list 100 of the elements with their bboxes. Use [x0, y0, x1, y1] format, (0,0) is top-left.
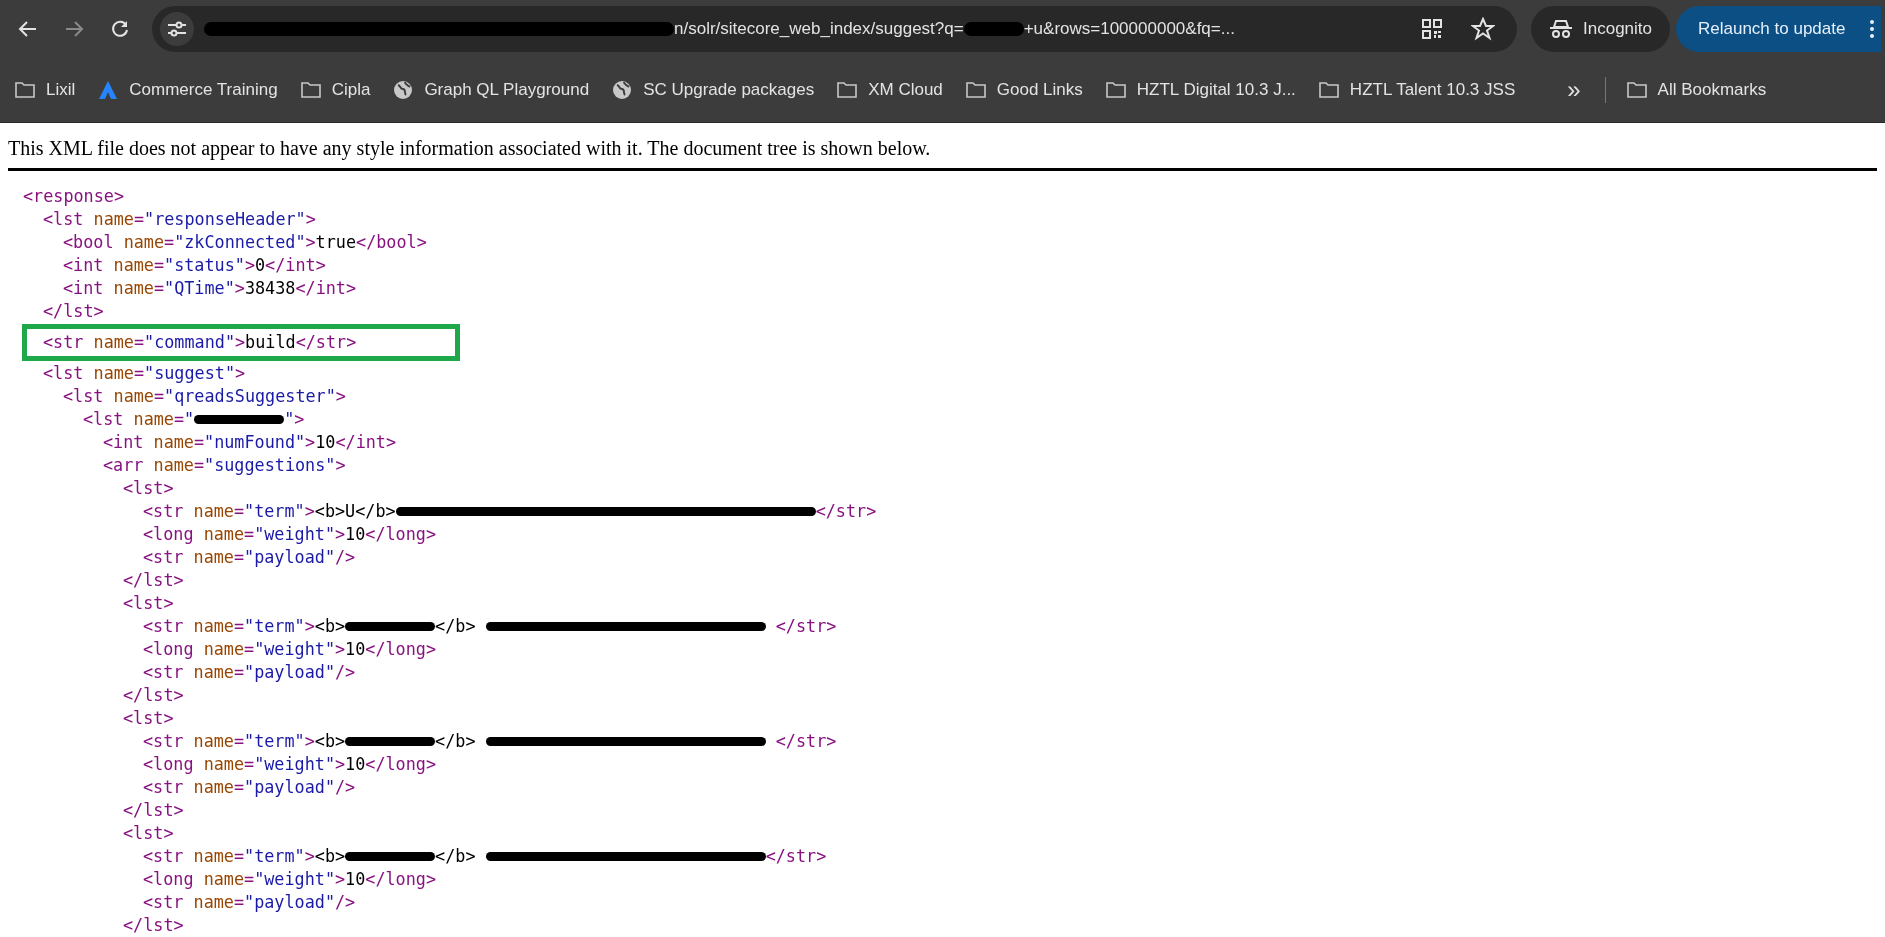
bookmark[interactable]: Good Links	[958, 75, 1089, 105]
all-bookmarks-button[interactable]: All Bookmarks	[1619, 75, 1773, 105]
url-text: +u&rows=100000000&fq=...	[1023, 19, 1235, 39]
reload-icon[interactable]	[110, 19, 130, 39]
text-content: 10	[315, 431, 336, 454]
xml-tag: </long>	[365, 753, 437, 776]
attribute-name: name	[153, 431, 194, 454]
attribute-value: "status"	[164, 254, 245, 277]
more-bookmarks-button[interactable]: »	[1561, 72, 1587, 108]
xml-tag: =	[233, 546, 245, 569]
bookmark[interactable]: Commerce Training	[91, 75, 284, 105]
attribute-value: "zkConnected"	[174, 231, 306, 254]
attribute-name: name	[93, 208, 134, 231]
bookmark[interactable]: HZTL Digital 10.3 J...	[1098, 75, 1302, 105]
text-content: <b>	[314, 615, 346, 638]
attribute-value: "weight"	[254, 523, 335, 546]
xml-tag: =	[133, 331, 145, 354]
attribute-value: "weight"	[254, 638, 335, 661]
attribute-value: "term"	[244, 500, 305, 523]
xml-tag: <str	[143, 730, 194, 753]
text-content: 38438	[244, 277, 296, 300]
menu-icon[interactable]	[1869, 19, 1876, 39]
xml-tag: </str>	[295, 331, 357, 354]
text-content: <b>	[314, 730, 346, 753]
text-content: </b>	[435, 730, 477, 753]
xml-tag: </lst>	[123, 914, 184, 937]
attribute-value: "command"	[144, 331, 235, 354]
attribute-value: "weight"	[254, 868, 335, 891]
xml-tag: =	[153, 277, 165, 300]
attribute-value: "suggestions"	[204, 454, 336, 477]
xml-tag: </long>	[365, 523, 437, 546]
attribute-name: name	[193, 661, 234, 684]
qr-code-icon[interactable]	[1421, 18, 1443, 40]
xml-tag: >	[244, 254, 255, 277]
attribute-name: name	[113, 277, 154, 300]
xml-tag: >	[305, 431, 316, 454]
bookmark[interactable]: SC Upgrade packages	[605, 75, 821, 105]
xml-tag: </int>	[265, 254, 326, 277]
bookmark[interactable]: HZTL Talent 10.3 JSS	[1311, 75, 1522, 105]
attribute-value: "term"	[244, 845, 305, 868]
incognito-icon	[1549, 19, 1573, 39]
xml-tag: >	[294, 408, 305, 431]
xml-tag: >	[305, 231, 316, 254]
folder-icon	[1625, 79, 1648, 101]
attribute-name: name	[193, 730, 234, 753]
text-content: </b>	[435, 615, 477, 638]
attribute-value: "payload"	[244, 661, 335, 684]
xml-tag: />	[335, 546, 356, 569]
xml-tag: <str	[143, 546, 194, 569]
text-content: build	[245, 331, 296, 354]
xml-tag: <long	[143, 868, 204, 891]
attribute-name: name	[113, 385, 154, 408]
xml-tag: >	[335, 454, 346, 477]
xml-notice: This XML file does not appear to have any style information associated with it. The document tree is shown below.	[7, 136, 932, 162]
xml-tag: =	[233, 615, 245, 638]
back-icon[interactable]	[18, 19, 38, 39]
address-bar[interactable]: n/solr/sitecore_web_index/suggest?q= +u&rows=100000000&fq=...	[152, 6, 1517, 52]
url-text: n/solr/sitecore_web_index/suggest?q=	[674, 19, 964, 39]
xml-tag: >	[305, 208, 316, 231]
attribute-name: name	[113, 254, 154, 277]
redaction-mark	[963, 22, 1024, 36]
relaunch-button[interactable]: Relaunch to update	[1676, 6, 1882, 52]
attribute-value: "QTime"	[164, 277, 235, 300]
bookmark[interactable]: XM Cloud	[830, 75, 949, 105]
xml-tag: >	[234, 277, 245, 300]
bookmark[interactable]: Lixil	[8, 75, 82, 105]
text-content: <b>	[314, 845, 346, 868]
xml-tag: <long	[143, 753, 204, 776]
xml-tag: =	[233, 661, 245, 684]
bookmark[interactable]: Cipla	[293, 75, 377, 105]
xml-tag: =	[233, 776, 245, 799]
xml-tag: </bool>	[356, 231, 427, 254]
xml-tag: </lst>	[123, 799, 184, 822]
folder-icon	[299, 79, 322, 101]
xml-tag: />	[335, 661, 356, 684]
xml-tag: =	[153, 254, 165, 277]
xml-tag: <str	[143, 661, 194, 684]
star-icon[interactable]	[1471, 17, 1495, 41]
globe-icon	[611, 79, 634, 101]
attribute-name: name	[193, 546, 234, 569]
xml-tag: =	[233, 845, 245, 868]
xml-tag: =	[233, 730, 245, 753]
text-content: true	[315, 231, 357, 254]
attribute-value: "numFound"	[204, 431, 306, 454]
attribute-name: name	[203, 753, 245, 776]
site-settings-icon[interactable]	[167, 21, 187, 37]
attribute-name: name	[93, 331, 134, 354]
attribute-value: "term"	[244, 730, 305, 753]
attribute-value: "responseHeader"	[144, 208, 306, 231]
folder-icon	[836, 79, 859, 101]
xml-tag: <lst>	[123, 822, 174, 845]
forward-icon[interactable]	[64, 19, 84, 39]
incognito-button[interactable]: Incognito	[1531, 6, 1670, 52]
attribute-value: "qreadsSuggester"	[164, 385, 336, 408]
attribute-value: "weight"	[254, 753, 335, 776]
text-content: </b>	[435, 845, 477, 868]
xml-tag: <str	[143, 891, 194, 914]
xml-tag: <int	[63, 254, 114, 277]
bookmark[interactable]: Graph QL Playground	[386, 75, 596, 105]
attribute-name: name	[193, 891, 234, 914]
